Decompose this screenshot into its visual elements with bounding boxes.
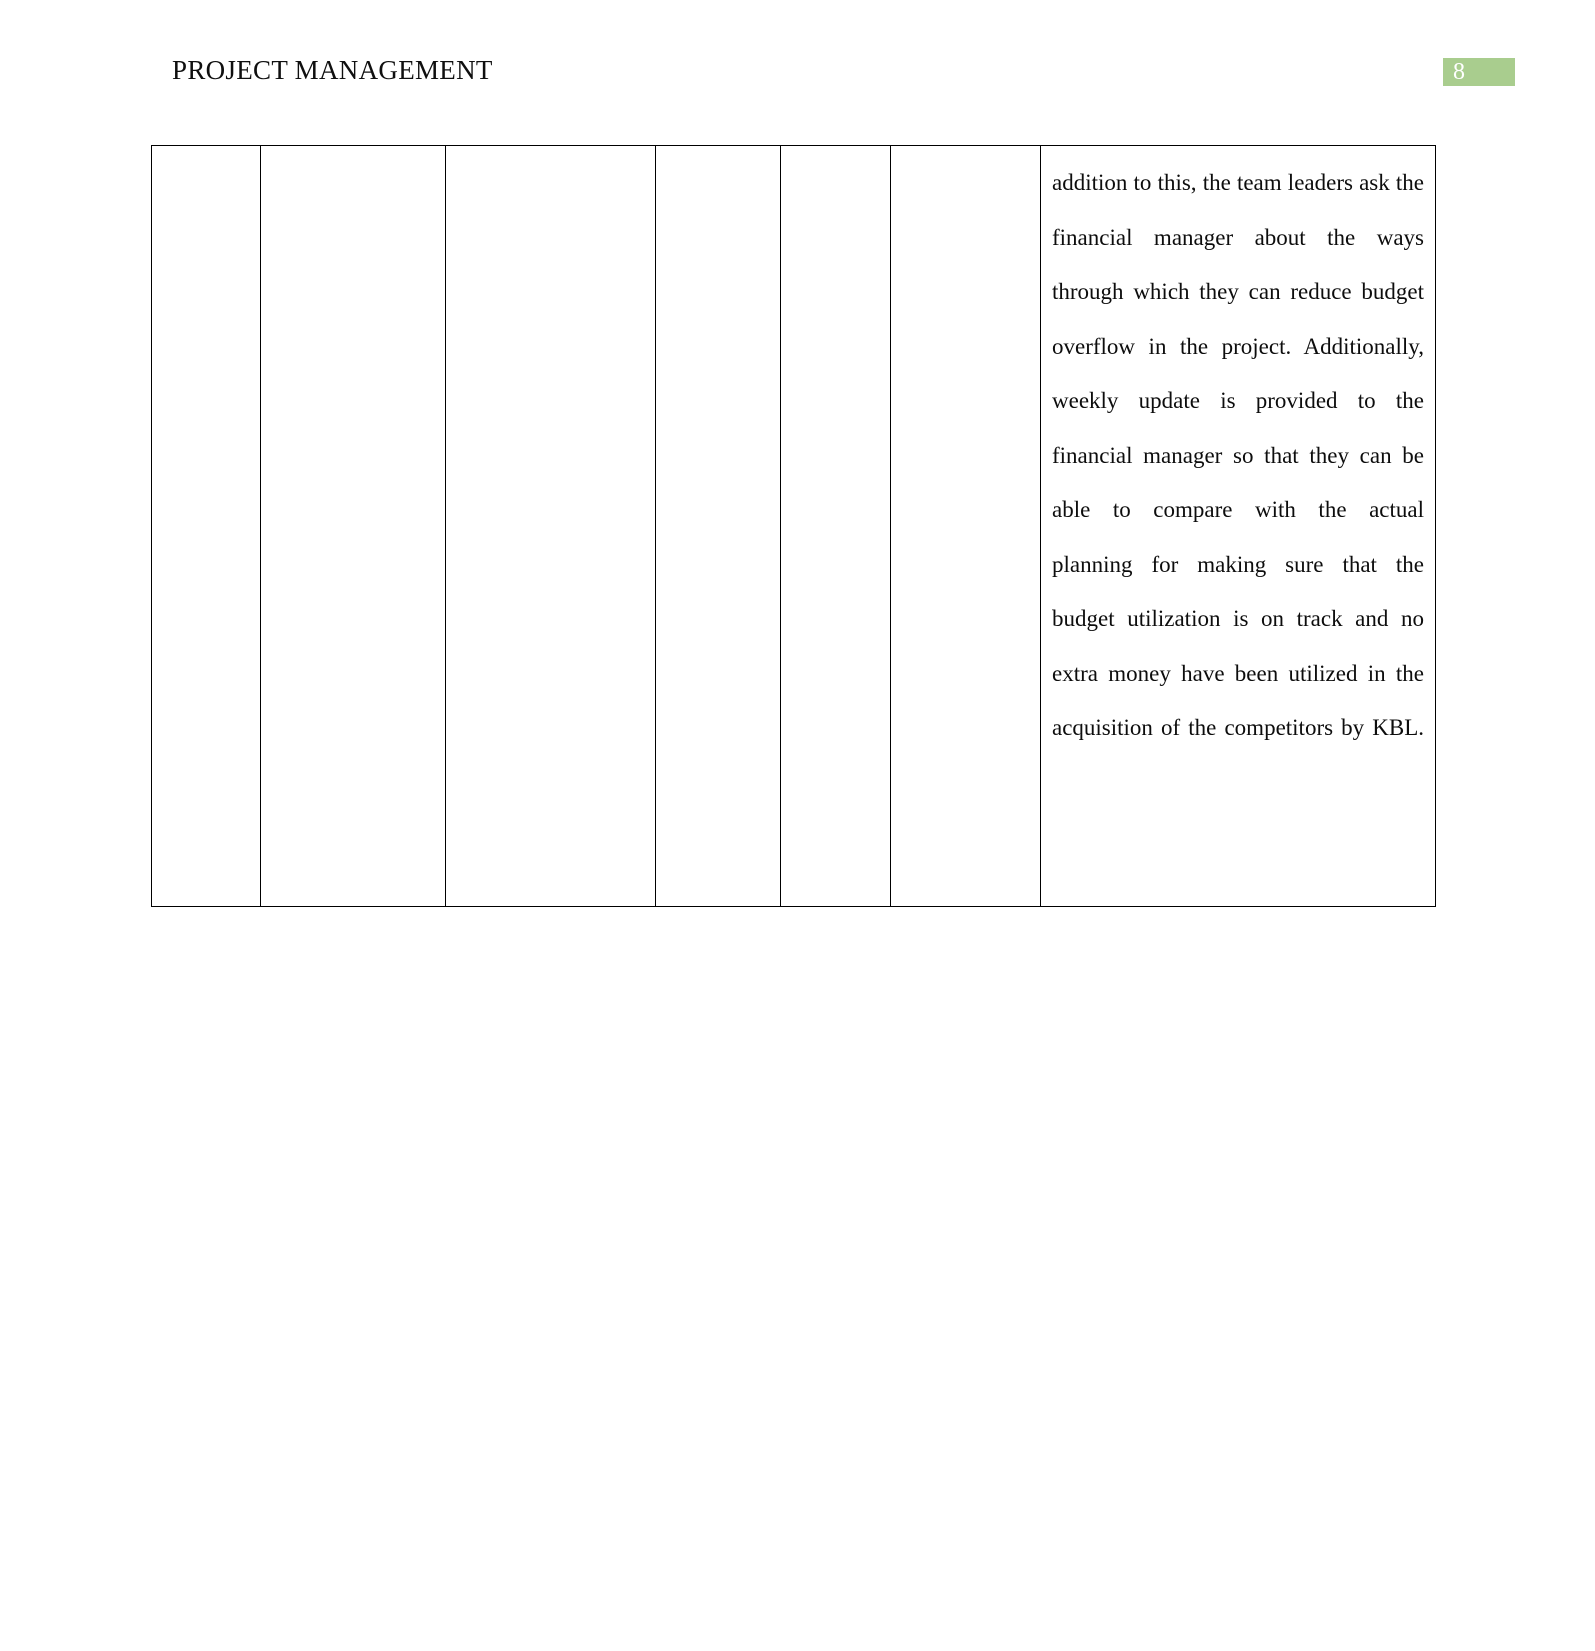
cell-content	[446, 146, 655, 219]
cell-content	[891, 146, 1040, 219]
cell-content	[781, 146, 890, 219]
table-cell-1	[151, 145, 261, 907]
table-cell-4	[655, 145, 781, 907]
document-page: PROJECT MANAGEMENT 8 addition to this, t…	[0, 0, 1595, 1651]
page-title: PROJECT MANAGEMENT	[172, 55, 493, 85]
table-cell-5	[780, 145, 891, 907]
cell-content	[656, 146, 780, 219]
page-number: 8	[1453, 59, 1465, 85]
cell-content	[152, 146, 260, 219]
cell-content	[261, 146, 445, 219]
table-cell-2	[260, 145, 446, 907]
cell-content-paragraph: addition to this, the team leaders ask t…	[1052, 170, 1424, 740]
content-table: addition to this, the team leaders ask t…	[151, 145, 1436, 907]
page-number-badge: 8	[1443, 58, 1515, 86]
table-row: addition to this, the team leaders ask t…	[151, 145, 1436, 907]
table-cell-3	[445, 145, 656, 907]
table-cell-6	[890, 145, 1041, 907]
page-header: PROJECT MANAGEMENT 8	[0, 0, 1595, 110]
table-cell-7: addition to this, the team leaders ask t…	[1040, 145, 1436, 907]
